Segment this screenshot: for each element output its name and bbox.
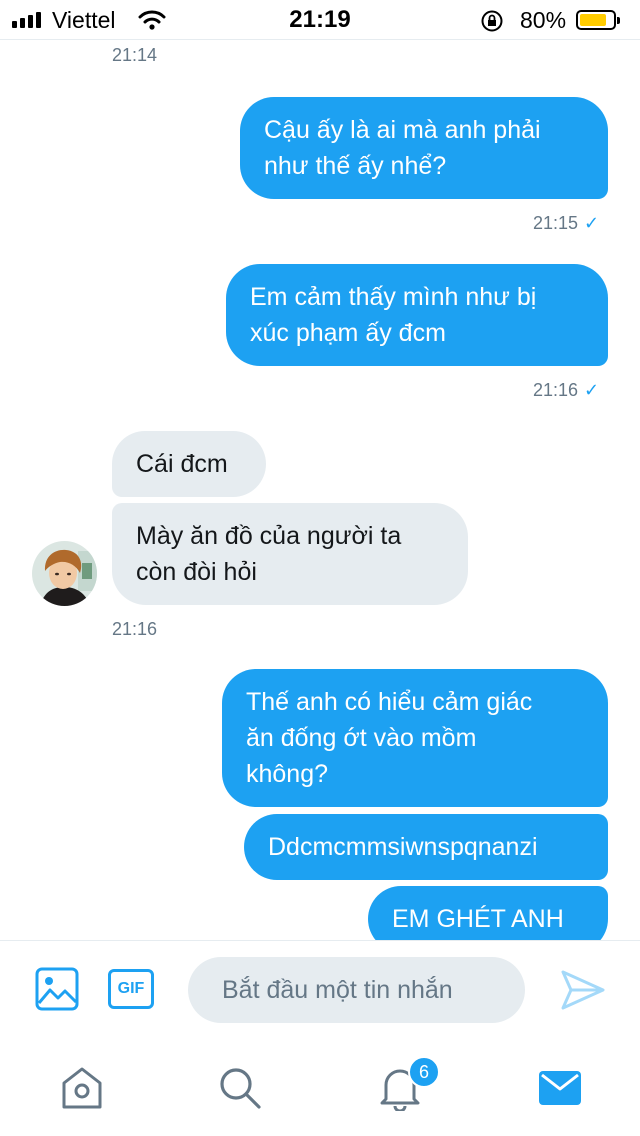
search-icon (220, 1068, 261, 1109)
message-bubble-outgoing[interactable]: EM GHÉT ANH (368, 886, 608, 940)
message-bubble-outgoing[interactable]: Thế anh có hiểu cảm giác ăn đống ớt vào … (222, 669, 608, 807)
message-line: Thế anh có hiểu cảm giác (246, 688, 533, 716)
orientation-lock-icon (480, 9, 504, 38)
conversation[interactable]: 21:14 Cậu ấy là ai mà anh phải như thế ấ… (0, 41, 640, 940)
message-line: không? (246, 760, 329, 788)
tab-home[interactable] (52, 1060, 112, 1116)
message-bubble-outgoing[interactable]: Em cảm thấy mình như bị xúc phạm ấy đcm (226, 264, 608, 366)
battery-fill (580, 14, 606, 26)
timestamp: 21:15 ✓ (533, 213, 599, 234)
message-composer: GIF (0, 940, 640, 1040)
battery-icon (576, 10, 620, 30)
message-line: Cậu ấy là ai mà anh phải (264, 116, 541, 144)
timestamp: 21:16 (112, 619, 157, 640)
message-line: như thế ấy nhể? (264, 152, 447, 180)
battery-nub (617, 17, 620, 24)
message-line: Em cảm thấy mình như bị (250, 283, 537, 311)
tab-search[interactable] (210, 1060, 270, 1116)
timestamp-text: 21:16 (112, 619, 158, 639)
message-line: EM GHÉT ANH (392, 905, 564, 933)
notification-badge: 6 (408, 1056, 440, 1088)
message-line: còn đòi hỏi (136, 558, 257, 586)
send-icon[interactable] (560, 969, 606, 1011)
home-icon (62, 1067, 102, 1109)
gif-button[interactable]: GIF (108, 969, 154, 1009)
message-bubble-outgoing[interactable]: Cậu ấy là ai mà anh phải như thế ấy nhể? (240, 97, 608, 199)
timestamp-text: 21:14 (112, 45, 158, 65)
message-line: xúc phạm ấy đcm (250, 319, 446, 347)
image-icon[interactable] (35, 967, 79, 1011)
message-input[interactable] (188, 957, 525, 1023)
message-line: Cái đcm (136, 450, 228, 478)
tab-bar: 6 (0, 1040, 640, 1136)
tab-messages[interactable] (530, 1060, 590, 1116)
contact-avatar[interactable] (32, 541, 97, 606)
timestamp-text: 21:16 (533, 380, 579, 400)
message-line: Mày ăn đồ của người ta (136, 522, 402, 550)
battery-percent: 80% (520, 7, 567, 33)
timestamp: 21:14 (112, 45, 157, 66)
message-line: ăn đống ớt vào mồm (246, 724, 477, 752)
message-bubble-incoming[interactable]: Cái đcm (112, 431, 266, 497)
message-bubble-incoming[interactable]: Mày ăn đồ của người ta còn đòi hỏi (112, 503, 468, 605)
timestamp-text: 21:15 (533, 213, 579, 233)
message-line: Ddcmcmmsiwnspqnanzi (268, 833, 538, 861)
timestamp: 21:16 ✓ (533, 380, 599, 401)
mail-icon (539, 1071, 581, 1105)
sent-check-icon: ✓ (584, 213, 600, 233)
message-bubble-outgoing[interactable]: Ddcmcmmsiwnspqnanzi (244, 814, 608, 880)
sent-check-icon: ✓ (584, 380, 600, 400)
status-bar: Viettel 21:19 80% (0, 0, 640, 40)
